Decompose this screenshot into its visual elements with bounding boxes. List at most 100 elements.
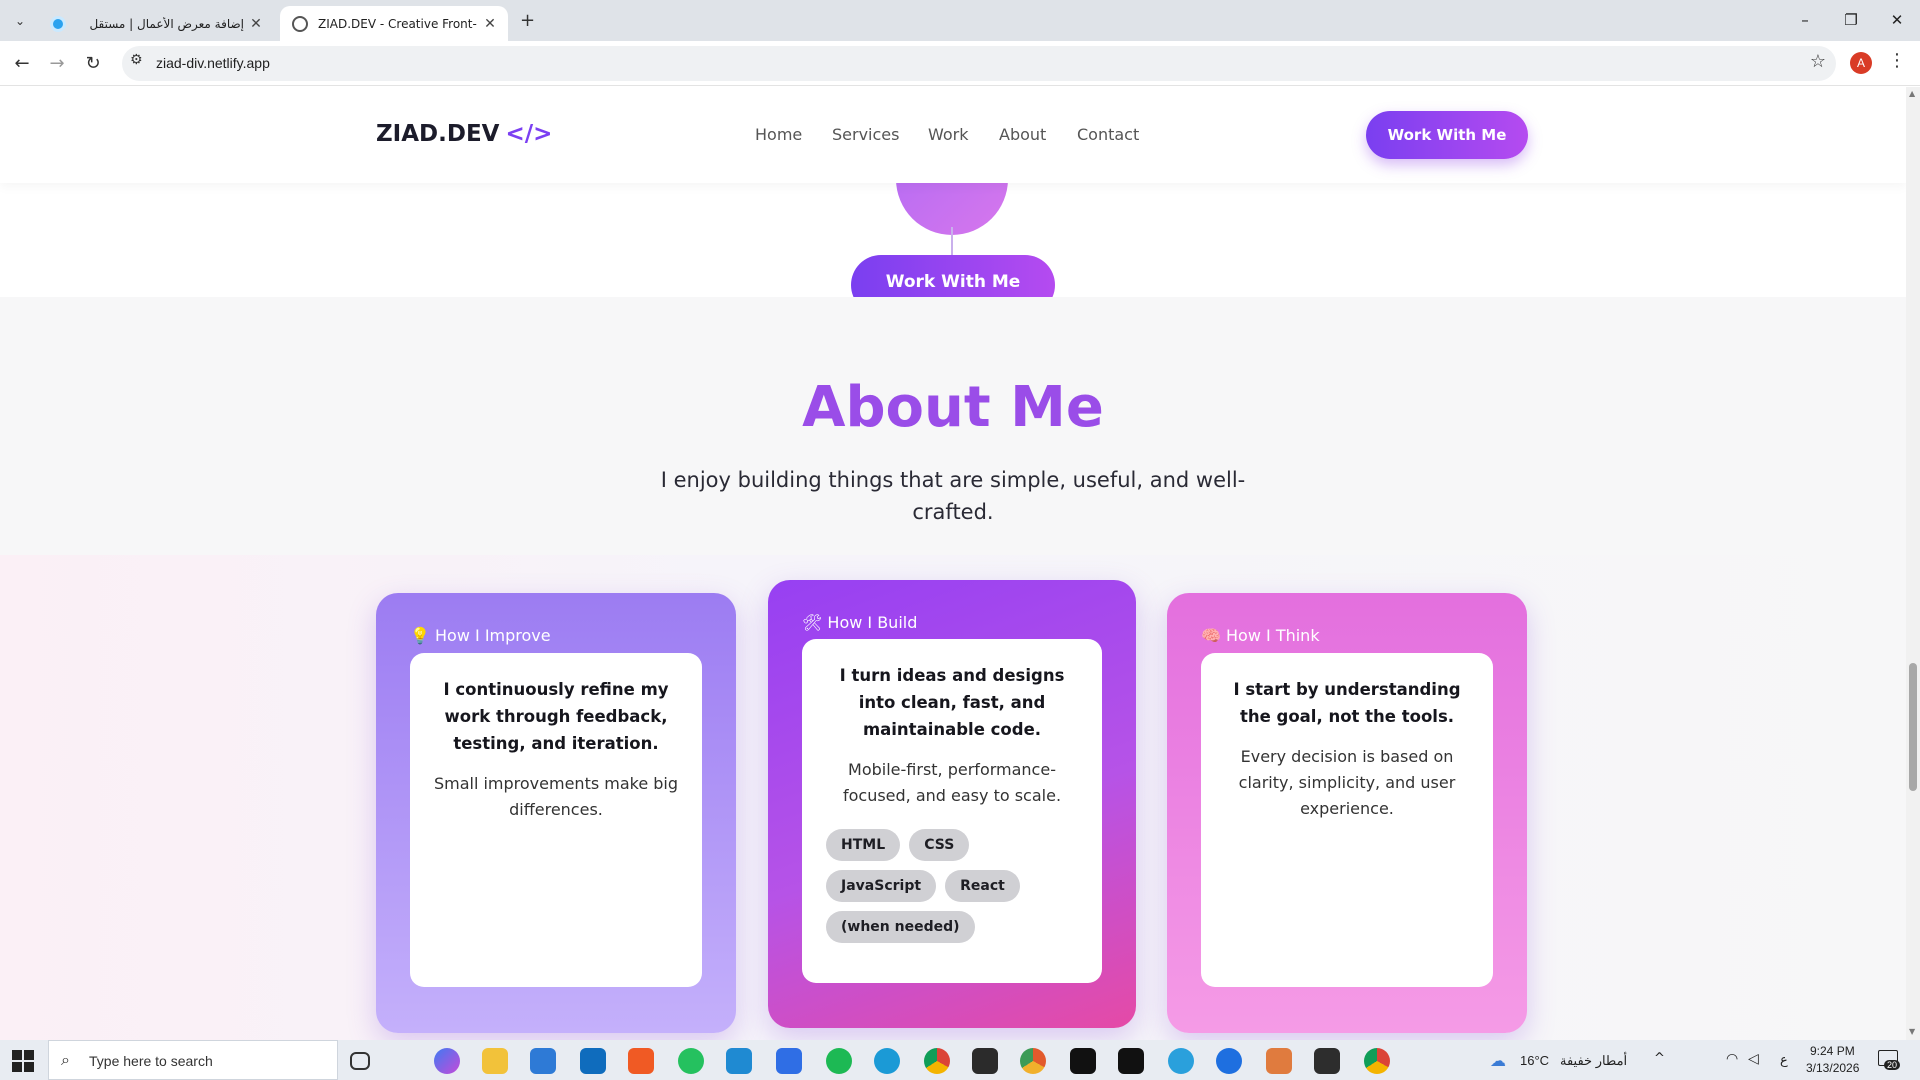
card-how-i-improve: 💡 How I Improve I continuously refine my…	[376, 593, 736, 1033]
nav-home[interactable]: Home	[755, 125, 802, 144]
tab-title: إضافة معرض الأعمال | مستقل	[89, 16, 244, 31]
nav-work[interactable]: Work	[928, 125, 969, 144]
windows-start-icon[interactable]	[12, 1050, 34, 1072]
card-how-i-build: 🛠 How I Build I turn ideas and designs i…	[768, 580, 1136, 1028]
clock-time[interactable]: 9:24 PM	[1810, 1044, 1855, 1058]
card-lead-text: I start by understanding the goal, not t…	[1233, 680, 1461, 726]
reload-icon[interactable]: ↻	[78, 49, 108, 79]
profile-avatar[interactable]: A	[1850, 52, 1872, 74]
chrome-icon[interactable]	[924, 1048, 950, 1074]
nav-contact[interactable]: Contact	[1077, 125, 1139, 144]
card-note-text: Every decision is based on clarity, simp…	[1238, 747, 1456, 818]
card-how-i-think: 🧠 How I Think I start by understanding t…	[1167, 593, 1527, 1033]
browser-tab-bar: ⌄ إضافة معرض الأعمال | مستقل ✕ ZIAD.DEV …	[0, 0, 1920, 41]
capcut-icon[interactable]	[1070, 1048, 1096, 1074]
header-work-with-me-button[interactable]: Work With Me	[1366, 111, 1528, 159]
task-view-icon[interactable]	[350, 1052, 370, 1070]
chip-when-needed: (when needed)	[826, 911, 975, 943]
lightbulb-icon: 💡	[410, 626, 430, 645]
url-text: ziad-div.netlify.app	[156, 55, 270, 71]
whatsapp-icon[interactable]	[678, 1048, 704, 1074]
scrollbar-thumb[interactable]	[1909, 663, 1917, 791]
chrome-canary-icon[interactable]	[1020, 1048, 1046, 1074]
scroll-down-icon[interactable]: ▼	[1909, 1027, 1915, 1036]
scroll-up-icon[interactable]: ▲	[1909, 89, 1915, 98]
card-body: I turn ideas and designs into clean, fas…	[802, 639, 1102, 983]
card-note-text: Small improvements make big differences.	[433, 774, 679, 819]
address-bar[interactable]: ⚙ ziad-div.netlify.app ☆	[122, 46, 1836, 81]
network-icon[interactable]: ◠	[1726, 1051, 1738, 1067]
volume-icon[interactable]: ◁	[1748, 1051, 1759, 1067]
chip-html: HTML	[826, 829, 901, 861]
tab-mostaql[interactable]: إضافة معرض الأعمال | مستقل ✕	[38, 6, 274, 41]
app-a-icon[interactable]	[776, 1048, 802, 1074]
tab-search-button[interactable]: ⌄	[8, 10, 32, 34]
back-arrow-icon[interactable]: ←	[7, 49, 37, 79]
weather-temp: 16°C	[1520, 1053, 1550, 1068]
card-label: 💡 How I Improve	[410, 626, 551, 645]
about-title: About Me	[802, 375, 1104, 440]
nav-about[interactable]: About	[999, 125, 1046, 144]
tiktok-icon[interactable]	[1118, 1048, 1144, 1074]
brave-icon[interactable]	[628, 1048, 654, 1074]
vscode-icon[interactable]	[726, 1048, 752, 1074]
outlook-icon[interactable]	[580, 1048, 606, 1074]
brain-icon: 🧠	[1201, 626, 1221, 645]
chip-react: React	[945, 870, 1020, 902]
about-subtitle: I enjoy building things that are simple,…	[660, 468, 1246, 524]
tech-chips: HTML CSS JavaScript React (when needed)	[826, 829, 1078, 952]
site-header: ZIAD.DEV </> Home Services Work About Con…	[0, 87, 1906, 183]
window-close-icon[interactable]: ✕	[1874, 0, 1920, 41]
logo-text: ZIAD.DEV	[376, 121, 500, 147]
claude-icon[interactable]	[1266, 1048, 1292, 1074]
store-icon[interactable]	[530, 1048, 556, 1074]
clock-date[interactable]: 3/13/2026	[1806, 1061, 1859, 1075]
taskbar-search-box[interactable]: ⌕ Type here to search	[48, 1040, 338, 1080]
forward-arrow-icon[interactable]: →	[42, 49, 72, 79]
new-tab-button[interactable]: +	[520, 10, 535, 31]
card-lead-text: I continuously refine my work through fe…	[443, 680, 669, 753]
file-explorer-icon[interactable]	[482, 1048, 508, 1074]
edge-icon[interactable]	[874, 1048, 900, 1074]
site-logo[interactable]: ZIAD.DEV </>	[376, 121, 552, 147]
minimize-icon[interactable]: –	[1782, 0, 1828, 41]
restore-icon[interactable]: ❐	[1828, 0, 1874, 41]
section-divider	[0, 297, 1906, 327]
app-store-icon[interactable]	[1216, 1048, 1242, 1074]
card-lead-text: I turn ideas and designs into clean, fas…	[839, 666, 1065, 739]
windows-taskbar: ⌕ Type here to search ☁ 16°C أمطار خفيفة…	[0, 1040, 1920, 1080]
card-label: 🛠 How I Build	[802, 613, 918, 632]
cube-app-icon[interactable]	[1314, 1048, 1340, 1074]
close-icon[interactable]: ✕	[478, 16, 502, 32]
bookmark-star-icon[interactable]: ☆	[1810, 51, 1826, 72]
card-note-text: Mobile-first, performance-focused, and e…	[842, 760, 1062, 805]
page-viewport: Work With Me ZIAD.DEV </> Home Services W…	[0, 87, 1906, 1040]
chip-javascript: JavaScript	[826, 870, 937, 902]
code-brackets-icon: </>	[505, 121, 553, 147]
card-body: I continuously refine my work through fe…	[410, 653, 702, 987]
weather-icon: ☁	[1490, 1051, 1506, 1070]
language-indicator[interactable]: ع	[1780, 1053, 1788, 1068]
mostaql-favicon-icon	[50, 15, 66, 32]
terminal-icon[interactable]	[972, 1048, 998, 1074]
tab-ziad-dev[interactable]: ZIAD.DEV - Creative Front-End ✕	[280, 6, 508, 41]
card-label: 🧠 How I Think	[1201, 626, 1320, 645]
chrome-active-icon[interactable]	[1364, 1048, 1390, 1074]
weather-text: أمطار خفيفة	[1560, 1053, 1628, 1068]
telegram-icon[interactable]	[1168, 1048, 1194, 1074]
spotify-icon[interactable]	[826, 1048, 852, 1074]
nav-services[interactable]: Services	[832, 125, 899, 144]
tab-title: ZIAD.DEV - Creative Front-End	[318, 16, 478, 31]
page-scrollbar[interactable]: ▲ ▼	[1906, 87, 1920, 1040]
copilot-icon[interactable]	[434, 1048, 460, 1074]
tray-chevron-icon[interactable]: ^	[1654, 1051, 1665, 1066]
close-icon[interactable]: ✕	[244, 16, 268, 32]
chip-css: CSS	[909, 829, 970, 861]
search-icon: ⌕	[61, 1050, 70, 1069]
globe-icon	[292, 15, 308, 32]
tools-icon: 🛠	[802, 613, 823, 632]
kebab-menu-icon[interactable]: ⋮	[1888, 50, 1906, 71]
card-body: I start by understanding the goal, not t…	[1201, 653, 1493, 987]
site-info-icon[interactable]: ⚙	[130, 52, 143, 68]
notification-count: 20	[1884, 1060, 1901, 1070]
